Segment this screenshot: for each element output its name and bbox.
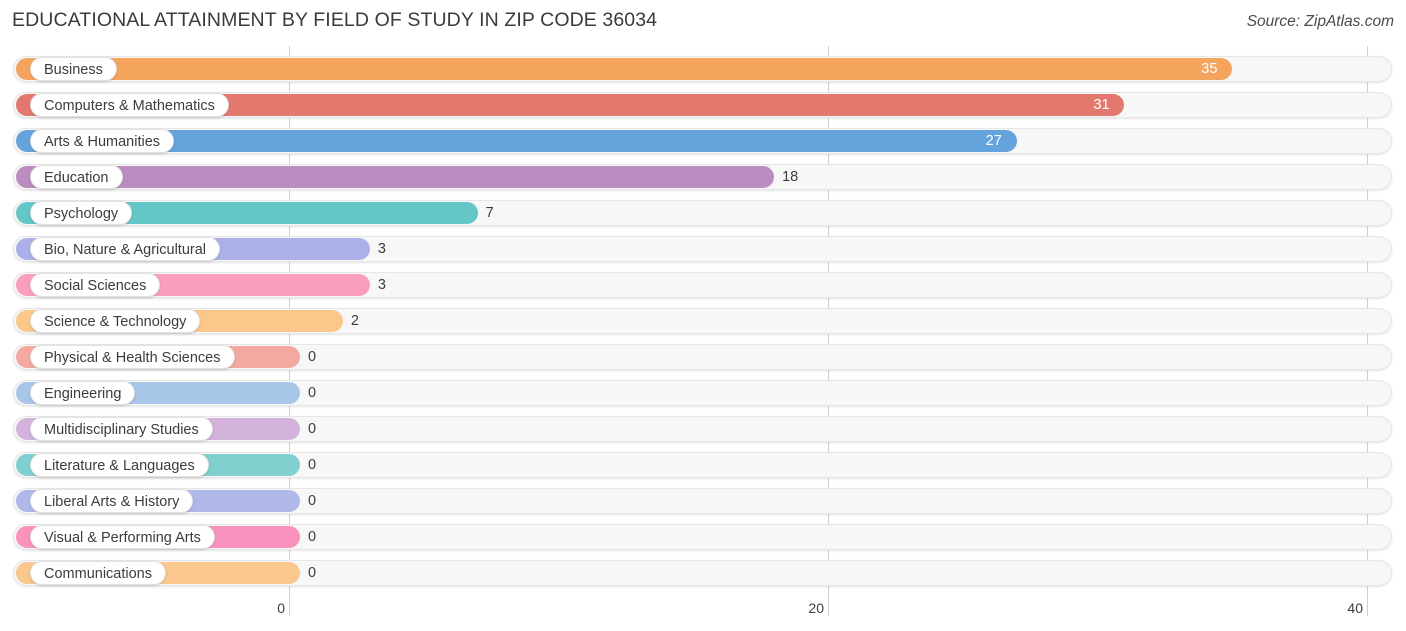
category-label: Social Sciences [30, 273, 161, 297]
bar-row[interactable]: Liberal Arts & History 0 [0, 483, 1406, 519]
chart-header: EDUCATIONAL ATTAINMENT BY FIELD OF STUDY… [0, 0, 1406, 46]
bar-value-label: 2 [350, 313, 359, 329]
category-label: Science & Technology [30, 309, 201, 333]
category-label: Liberal Arts & History [30, 489, 194, 513]
axis-tick-label: 20 [808, 600, 824, 616]
bar-row[interactable]: Visual & Performing Arts 0 [0, 519, 1406, 555]
category-label: Psychology [30, 201, 133, 225]
source-attribution: Source: ZipAtlas.com [1246, 13, 1394, 30]
bar-row[interactable]: Education 18 [0, 159, 1406, 195]
x-axis: 0 20 40 [0, 594, 1406, 631]
bar-row[interactable]: Literature & Languages 0 [0, 447, 1406, 483]
bar-row[interactable]: Engineering 0 [0, 375, 1406, 411]
bar-value-label: 0 [308, 493, 317, 509]
category-label: Engineering [30, 381, 136, 405]
category-label: Business [30, 57, 117, 81]
bar-value-label: 0 [308, 385, 317, 401]
category-label: Literature & Languages [30, 453, 209, 477]
bar-value-label: 3 [377, 277, 386, 293]
axis-rule-20 [828, 594, 829, 616]
bar-row[interactable]: Multidisciplinary Studies 0 [0, 411, 1406, 447]
axis-tick-label: 0 [277, 600, 285, 616]
page-title: EDUCATIONAL ATTAINMENT BY FIELD OF STUDY… [12, 9, 658, 31]
bar-rows: Business 35 Computers & Mathematics 31 Arts … [0, 46, 1406, 594]
bar-row[interactable]: Arts & Humanities 27 [0, 123, 1406, 159]
bar-row[interactable]: Science & Technology 2 [0, 303, 1406, 339]
bar[interactable] [16, 58, 1233, 80]
bar-row[interactable]: Psychology 7 [0, 195, 1406, 231]
bar-row[interactable]: Social Sciences 3 [0, 267, 1406, 303]
category-label: Computers & Mathematics [30, 93, 229, 117]
bar-value-label: 0 [308, 529, 317, 545]
bar-value-label: 3 [377, 241, 386, 257]
bar-value-label: 7 [485, 205, 494, 221]
category-label: Visual & Performing Arts [30, 525, 215, 549]
bar-value-label: 0 [308, 421, 317, 437]
bar-row[interactable]: Business 35 [0, 51, 1406, 87]
bar-value-label: 0 [308, 457, 317, 473]
bar-row[interactable]: Physical & Health Sciences 0 [0, 339, 1406, 375]
bar-value-label: 27 [985, 133, 1002, 149]
bar-value-label: 31 [1093, 97, 1110, 113]
chart-plot-area: Business 35 Computers & Mathematics 31 Arts … [0, 46, 1406, 594]
bar-row[interactable]: Computers & Mathematics 31 [0, 87, 1406, 123]
category-label: Bio, Nature & Agricultural [30, 237, 220, 261]
bar-row[interactable]: Bio, Nature & Agricultural 3 [0, 231, 1406, 267]
category-label: Multidisciplinary Studies [30, 417, 213, 441]
category-label: Arts & Humanities [30, 129, 175, 153]
bar-value-label: 0 [308, 565, 317, 581]
category-label: Education [30, 165, 123, 189]
category-label: Communications [30, 561, 166, 585]
axis-tick-label: 40 [1347, 600, 1363, 616]
category-label: Physical & Health Sciences [30, 345, 235, 369]
axis-rule-40 [1367, 594, 1368, 616]
bar-value-label: 18 [782, 169, 799, 185]
bar-row[interactable]: Communications 0 [0, 555, 1406, 591]
bar-value-label: 0 [308, 349, 317, 365]
axis-rule-0 [289, 594, 290, 616]
bar-value-label: 35 [1201, 61, 1218, 77]
bar[interactable] [16, 166, 775, 188]
